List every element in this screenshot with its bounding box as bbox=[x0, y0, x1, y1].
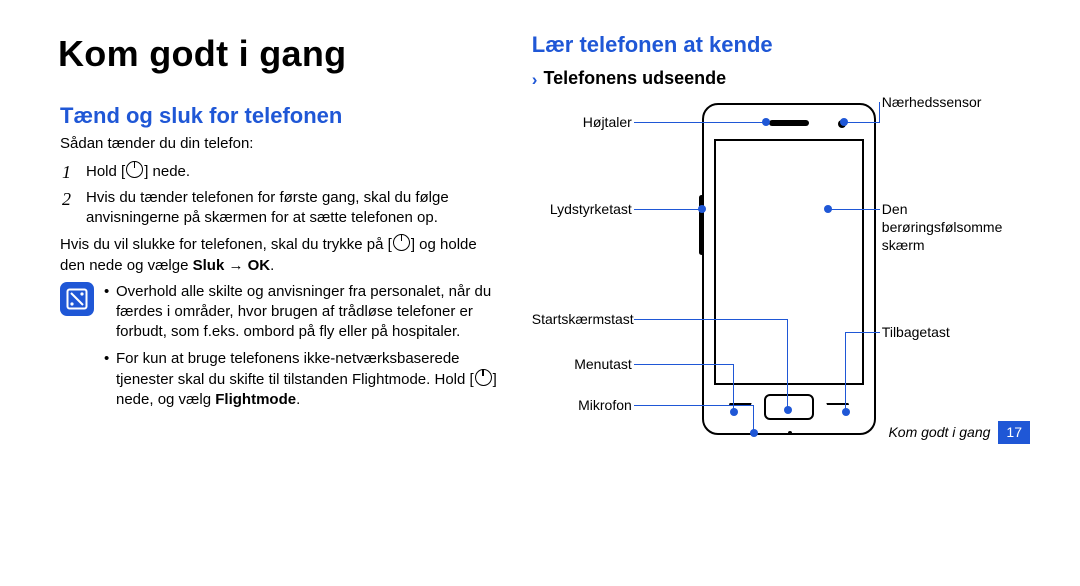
label-mic: Mikrofon bbox=[532, 397, 632, 414]
page-title: Kom godt i gang bbox=[58, 30, 502, 79]
chevron-right-icon: › bbox=[532, 69, 538, 92]
screen-shape bbox=[714, 139, 864, 385]
running-title: Kom godt i gang bbox=[888, 423, 990, 442]
power-icon bbox=[393, 234, 410, 251]
note-icon bbox=[60, 282, 94, 316]
intro-text: Sådan tænder du din telefon: bbox=[60, 134, 502, 154]
label-screen-line1: Den bbox=[882, 201, 908, 218]
leader-dot bbox=[750, 429, 758, 437]
leader bbox=[634, 122, 764, 124]
steps-list: Hold [ ] nede. Hvis du tænder telefonen f… bbox=[60, 161, 502, 229]
poweroff-pre: Hvis du vil slukke for telefonen, skal d… bbox=[60, 236, 392, 253]
section-heading-power: Tænd og sluk for telefonen bbox=[60, 101, 502, 131]
step-2: Hvis du tænder telefonen for første gang… bbox=[60, 188, 502, 229]
poweroff-tail: . bbox=[270, 257, 274, 274]
leader bbox=[846, 332, 880, 334]
leader bbox=[845, 332, 847, 412]
note2-tail: . bbox=[296, 391, 300, 408]
page-footer: Kom godt i gang 17 bbox=[888, 421, 1030, 444]
note-block: Overhold alle skilte og anvisninger fra … bbox=[60, 282, 502, 417]
leader-dot bbox=[762, 118, 770, 126]
note2-bold: Flightmode bbox=[215, 391, 296, 408]
leader bbox=[634, 319, 788, 321]
power-off-text: Hvis du vil slukke for telefonen, skal d… bbox=[60, 234, 502, 276]
leader-dot bbox=[698, 205, 706, 213]
step-1: Hold [ ] nede. bbox=[60, 161, 502, 182]
phone-outline bbox=[702, 103, 876, 435]
label-earpiece: Højtaler bbox=[532, 114, 632, 131]
section-heading-know-phone: Lær telefonen at kende bbox=[532, 30, 1030, 60]
note-bullet-1: Overhold alle skilte og anvisninger fra … bbox=[104, 282, 502, 343]
label-screen-line2: berøringsfølsomme bbox=[882, 219, 1003, 236]
note-bullet-2: For kun at bruge telefonens ikke-netværk… bbox=[104, 349, 502, 411]
label-home: Startskærmstast bbox=[532, 311, 632, 328]
leader bbox=[634, 209, 702, 211]
leader bbox=[828, 209, 880, 211]
subsection-label: Telefonens udseende bbox=[543, 68, 726, 88]
leader-dot bbox=[840, 118, 848, 126]
volume-shape bbox=[699, 195, 704, 255]
step-1-text-post: ] nede. bbox=[144, 163, 190, 180]
leader bbox=[879, 102, 881, 122]
leader-dot bbox=[842, 408, 850, 416]
power-icon bbox=[126, 161, 143, 178]
subsection-appearance: ›Telefonens udseende bbox=[532, 66, 1030, 92]
leader-dot bbox=[784, 406, 792, 414]
leader bbox=[634, 364, 734, 366]
leader-dot bbox=[730, 408, 738, 416]
page-number: 17 bbox=[998, 421, 1030, 444]
poweroff-bold: Sluk → OK bbox=[193, 257, 271, 274]
note-bullet-list: Overhold alle skilte og anvisninger fra … bbox=[104, 282, 502, 417]
label-proximity: Nærhedssensor bbox=[882, 94, 982, 111]
leader bbox=[634, 405, 754, 407]
leader bbox=[753, 405, 755, 432]
mic-shape bbox=[788, 431, 792, 435]
label-back: Tilbagetast bbox=[882, 324, 950, 341]
label-volume: Lydstyrketast bbox=[532, 201, 632, 218]
step-1-text-pre: Hold [ bbox=[86, 163, 125, 180]
label-screen-line3: skærm bbox=[882, 237, 925, 254]
leader bbox=[844, 122, 880, 124]
power-icon bbox=[475, 369, 492, 386]
phone-diagram: Højtaler Lydstyrketast Startskærmstast M… bbox=[532, 98, 1030, 458]
note2-pre: For kun at bruge telefonens ikke-netværk… bbox=[116, 350, 474, 388]
leader bbox=[733, 364, 735, 411]
leader-dot bbox=[824, 205, 832, 213]
earpiece-shape bbox=[769, 120, 809, 126]
leader bbox=[787, 319, 789, 409]
label-menu: Menutast bbox=[532, 356, 632, 373]
